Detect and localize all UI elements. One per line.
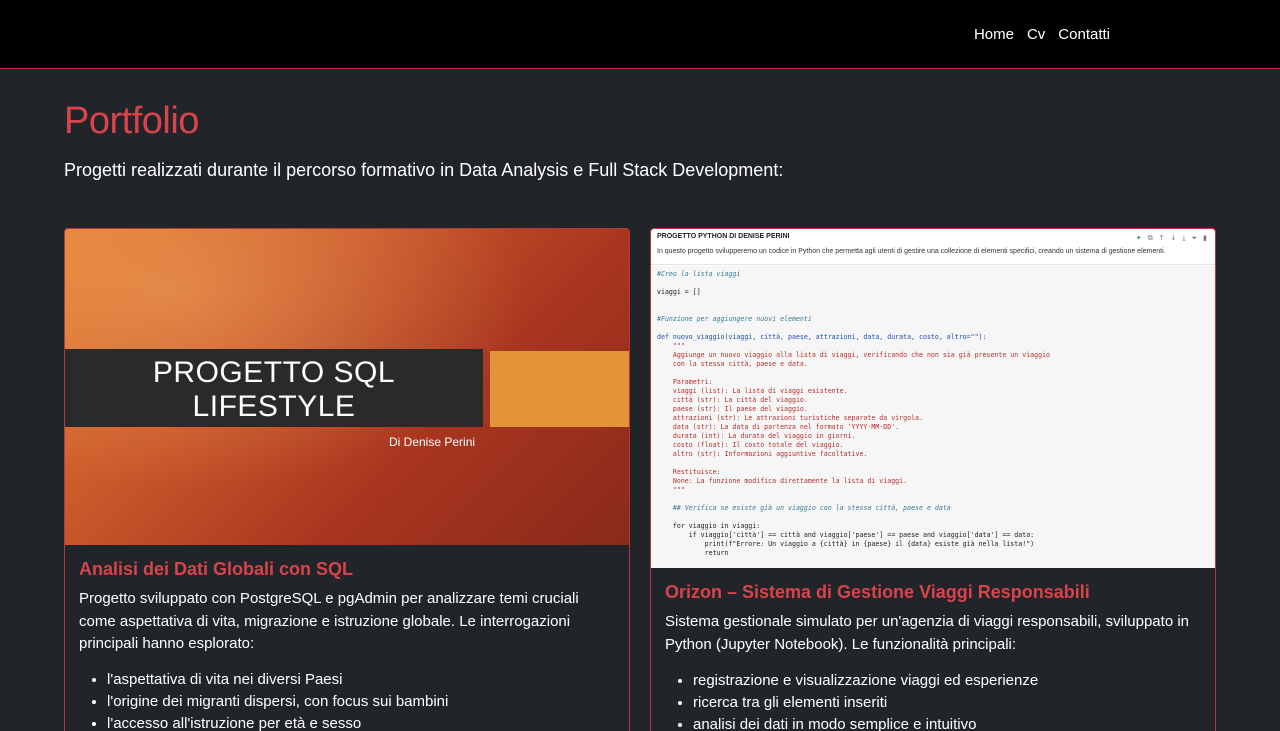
notebook-toolbar: ✦ ⧉ ↑ ↓ ⤓ ⏷ ▮ [1136,234,1207,243]
filter-icon: ⏷ [1191,234,1198,242]
code-line: costo (float): Il costo totale del viagg… [657,441,844,449]
slide-title: PROGETTO SQL LIFESTYLE [152,356,396,423]
project-description: Sistema gestionale simulato per un'agenz… [665,613,1190,653]
code-line: #Creo la lista viaggi [657,270,741,278]
code-line: durata (int): La durata del viaggio in g… [657,432,856,440]
page-intro: Progetti realizzati durante il percorso … [64,160,784,180]
code-line: Aggiunge un nuovo viaggio alla lista di … [657,351,1051,359]
code-line: for viaggio in viaggi: [657,522,761,530]
code-line: if viaggio['città'] == città and viaggio… [657,531,1035,539]
code-line: print(f"Errore: Un viaggio a {città} in … [657,540,1035,548]
code-line: attrazioni (str): Le attrazioni turistic… [657,414,923,422]
nav-link-cv[interactable]: Cv [1027,26,1045,43]
code-line: viaggi (list): La lista di viaggi esiste… [657,387,848,395]
code-line: altro (str): Informazioni aggiuntive fac… [657,450,868,458]
project-card-python[interactable]: PROGETTO PYTHON DI DENISE PERINI In ques… [650,228,1216,731]
list-item: l'aspettativa di vita nei diversi Paesi [107,669,617,691]
project-bullets: l'aspettativa di vita nei diversi Paesi … [107,669,617,731]
top-navbar: Home Cv Contatti [0,0,1280,69]
list-item: ricerca tra gli elementi inseriti [693,692,1203,714]
project-bullets: registrazione e visualizzazione viaggi e… [693,670,1203,731]
notebook-code-cell: #Creo la lista viaggi viaggi = [] #Funzi… [651,266,1215,568]
project-title[interactable]: Analisi dei Dati Globali con SQL [79,559,353,580]
trash-icon: ▮ [1203,234,1207,242]
arrow-down-icon: ↓ [1170,234,1177,242]
arrow-up-icon: ↑ [1158,234,1165,242]
project-thumbnail-sql[interactable]: PROGETTO SQL LIFESTYLE Di Denise Perini [65,229,629,545]
main-nav: Home Cv Contatti [974,26,1110,43]
code-line: con la stessa città, paese e data. [657,360,808,368]
list-item: l'accesso all'istruzione per età e sesso [107,713,617,731]
code-line: paese (str): Il paese del viaggio. [657,405,808,413]
notebook-description: In questo progetto svilupperemo un codic… [657,248,1166,255]
code-line: """ [657,486,685,494]
copy-icon: ⧉ [1147,234,1153,242]
nav-link-home[interactable]: Home [974,26,1014,43]
project-title[interactable]: Orizon – Sistema di Gestione Viaggi Resp… [665,582,1090,603]
code-line: Restituisce: [657,468,721,476]
code-line: ## Verifica se esiste già un viaggio con… [657,504,951,512]
code-line: def nuovo_viaggio(viaggi, città, paese, … [657,333,987,341]
notebook-title: PROGETTO PYTHON DI DENISE PERINI [657,233,790,240]
page-title: Portfolio [64,100,199,142]
code-line: #Funzione per aggiungere nuovi elementi [657,315,812,323]
code-line: viaggi = [] [657,288,701,296]
list-item: l'origine dei migranti dispersi, con foc… [107,691,617,713]
notebook-header: PROGETTO PYTHON DI DENISE PERINI In ques… [651,229,1215,265]
project-description: Progetto sviluppato con PostgreSQL e pgA… [79,590,579,652]
slide-accent-box [490,351,629,427]
download-icon: ⤓ [1182,234,1186,242]
list-item: registrazione e visualizzazione viaggi e… [693,670,1203,692]
project-thumbnail-notebook[interactable]: PROGETTO PYTHON DI DENISE PERINI In ques… [651,229,1215,568]
code-line: Parametri: [657,378,713,386]
project-card-sql[interactable]: PROGETTO SQL LIFESTYLE Di Denise Perini … [64,228,630,731]
code-line: return [657,549,729,557]
code-line: """ [657,342,685,350]
code-line: città (str): La città del viaggio. [657,396,808,404]
nav-link-contatti[interactable]: Contatti [1058,26,1110,43]
code-line: None: La funzione modifica direttamente … [657,477,908,485]
slide-byline: Di Denise Perini [389,435,476,449]
sparkle-icon: ✦ [1135,234,1142,242]
code-line: data (str): La data di partenza nel form… [657,423,900,431]
list-item: analisi dei dati in modo semplice e intu… [693,714,1203,731]
